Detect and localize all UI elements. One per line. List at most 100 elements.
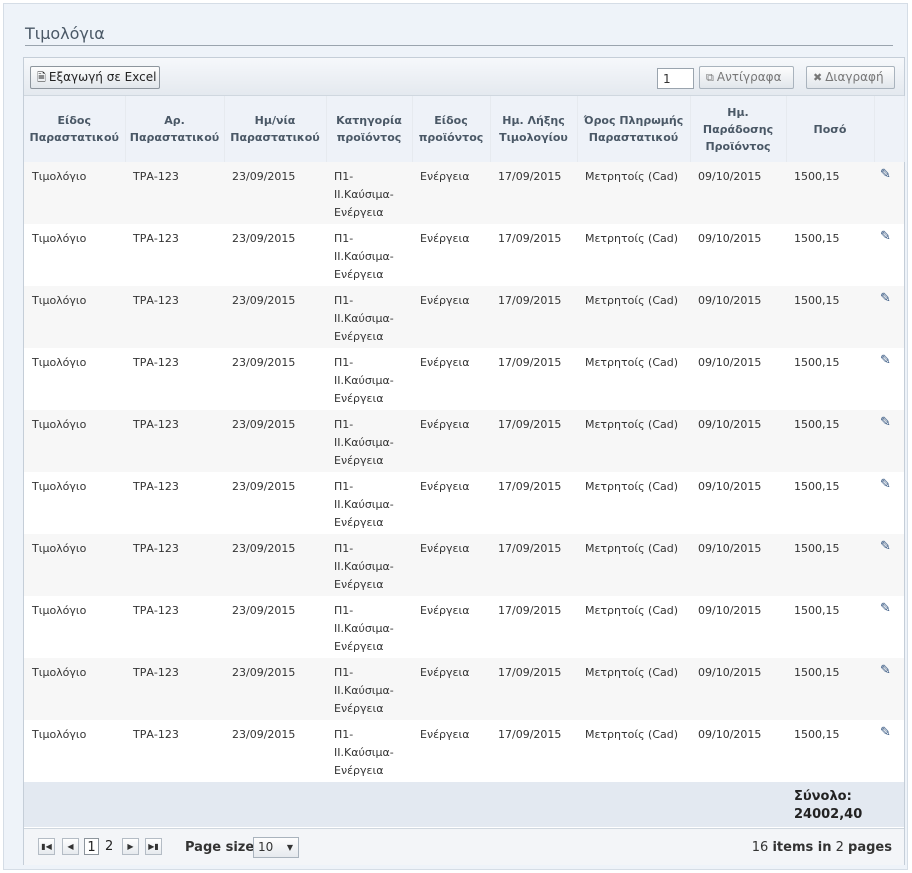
table-row[interactable]: Τιμολόγιο ΤΡΑ-123 23/09/2015 Π1- ΙΙ.Καύσιμα… [24,534,904,596]
next-page-button[interactable]: ▶ [122,838,139,855]
table-row[interactable]: Τιμολόγιο ΤΡΑ-123 23/09/2015 Π1- ΙΙ.Καύσιμα… [24,286,904,348]
table-cell: ΤΡΑ-123 [125,410,224,472]
edit-icon[interactable]: ✎ [880,352,891,370]
edit-icon[interactable]: ✎ [880,662,891,680]
table-cell: Π1- ΙΙ.Καύσιμα- Ενέργεια [326,348,412,410]
export-excel-button[interactable]: 🗎 Εξαγωγή σε Excel [30,66,160,89]
table-cell: 17/09/2015 [490,596,577,658]
table-cell: Τιμολόγιο [24,410,125,472]
table-cell: Π1- ΙΙ.Καύσιμα- Ενέργεια [326,472,412,534]
edit-icon[interactable]: ✎ [880,228,891,246]
table-cell: Μετρητοίς (Cad) [577,348,690,410]
row-actions-cell: ✎ [874,534,904,596]
page-size-select[interactable]: 10 ▼ [253,837,299,858]
table-row[interactable]: Τιμολόγιο ΤΡΑ-123 23/09/2015 Π1- ΙΙ.Καύσιμα… [24,472,904,534]
items-count: 16 [751,840,769,855]
table-row[interactable]: Τιμολόγιο ΤΡΑ-123 23/09/2015 Π1- ΙΙ.Καύσιμα… [24,224,904,286]
table-cell: Ενέργεια [412,720,490,782]
table-row[interactable]: Τιμολόγιο ΤΡΑ-123 23/09/2015 Π1- ΙΙ.Καύσιμα… [24,410,904,472]
table-cell: 17/09/2015 [490,472,577,534]
total-spacer [24,782,786,827]
column-header[interactable]: Όρος Πληρωμής Παραστατικού [577,96,691,162]
table-cell: Ενέργεια [412,534,490,596]
table-row[interactable]: Τιμολόγιο ΤΡΑ-123 23/09/2015 Π1- ΙΙ.Καύσιμα… [24,162,904,224]
table-row[interactable]: Τιμολόγιο ΤΡΑ-123 23/09/2015 Π1- ΙΙ.Καύσιμα… [24,596,904,658]
table-cell: Μετρητοίς (Cad) [577,410,690,472]
row-actions-cell: ✎ [874,286,904,348]
delete-label: Διαγραφή [825,70,884,84]
table-cell: Τιμολόγιο [24,286,125,348]
table-cell: ΤΡΑ-123 [125,658,224,720]
table-cell: 23/09/2015 [224,162,326,224]
table-cell: Ενέργεια [412,472,490,534]
edit-icon[interactable]: ✎ [880,166,891,184]
table-cell: 17/09/2015 [490,224,577,286]
column-header[interactable]: Ημ. Παράδοσης Προϊόντος [690,96,787,162]
table-cell: Π1- ΙΙ.Καύσιμα- Ενέργεια [326,224,412,286]
page-2-link[interactable]: 2 [105,838,113,855]
table-cell: 17/09/2015 [490,658,577,720]
column-header[interactable]: Αρ. Παραστατικού [125,96,225,162]
first-page-button[interactable]: ▮◀ [38,838,55,855]
column-header[interactable]: Είδος Παραστατικού [24,96,126,162]
pager: ▮◀ ◀ 1 2 ▶ ▶▮ Page size: 10 ▼ 16 items i… [24,828,904,865]
edit-icon[interactable]: ✎ [880,476,891,494]
edit-icon[interactable]: ✎ [880,600,891,618]
delete-button[interactable]: ✖ Διαγραφή [806,66,895,89]
edit-icon[interactable]: ✎ [880,290,891,308]
column-header[interactable]: Είδος προϊόντος [412,96,491,162]
table-cell: 1500,15 [786,720,874,782]
column-header[interactable]: Κατηγορία προϊόντος [326,96,413,162]
prev-page-button[interactable]: ◀ [62,838,79,855]
total-row: Σύνολο: 24002,40 [24,782,904,827]
table-cell: 23/09/2015 [224,224,326,286]
row-actions-cell: ✎ [874,162,904,224]
last-page-button[interactable]: ▶▮ [145,838,162,855]
prev-page-icon: ◀ [67,842,74,851]
table-row[interactable]: Τιμολόγιο ΤΡΑ-123 23/09/2015 Π1- ΙΙ.Καύσιμα… [24,348,904,410]
row-actions-cell: ✎ [874,720,904,782]
column-header[interactable]: Ημ. Λήξης Τιμολογίου [490,96,578,162]
table-cell: Ενέργεια [412,410,490,472]
chevron-down-icon: ▼ [286,843,293,852]
page-size-value: 10 [258,840,274,854]
table-cell: Π1- ΙΙ.Καύσιμα- Ενέργεια [326,658,412,720]
edit-icon[interactable]: ✎ [880,538,891,556]
table-cell: 09/10/2015 [690,658,786,720]
table-cell: 09/10/2015 [690,410,786,472]
table-cell: Τιμολόγιο [24,658,125,720]
table-cell: 1500,15 [786,348,874,410]
table-cell: Μετρητοίς (Cad) [577,224,690,286]
page-1-link[interactable]: 1 [84,838,99,855]
column-header-actions [874,96,905,162]
table-body: Τιμολόγιο ΤΡΑ-123 23/09/2015 Π1- ΙΙ.Καύσιμα… [24,162,904,782]
table-cell: Τιμολόγιο [24,472,125,534]
table-cell: 1500,15 [786,286,874,348]
table-cell: 17/09/2015 [490,348,577,410]
column-header[interactable]: Ημ/νία Παραστατικού [224,96,327,162]
excel-icon: 🗎 [37,71,46,84]
table-cell: Ενέργεια [412,286,490,348]
table-cell: 09/10/2015 [690,534,786,596]
table-row[interactable]: Τιμολόγιο ΤΡΑ-123 23/09/2015 Π1- ΙΙ.Καύσιμα… [24,658,904,720]
invoice-grid: 🗎Εξαγωγή σε Excel ⧉Αντίγραφα ✖Διαγραφή Ε… [23,57,905,865]
table-row[interactable]: Τιμολόγιο ΤΡΑ-123 23/09/2015 Π1- ΙΙ.Καύσιμα… [24,720,904,782]
first-page-icon: ▮◀ [41,842,52,851]
row-actions-cell: ✎ [874,472,904,534]
table-cell: 1500,15 [786,224,874,286]
edit-icon[interactable]: ✎ [880,414,891,432]
copies-input[interactable] [657,68,694,89]
table-cell: Μετρητοίς (Cad) [577,472,690,534]
row-actions-cell: ✎ [874,658,904,720]
table-cell: 09/10/2015 [690,720,786,782]
table-cell: Ενέργεια [412,224,490,286]
invoice-table: Είδος Παραστατικού Αρ. Παραστατικού Ημ/νία… [24,96,905,827]
edit-icon[interactable]: ✎ [880,724,891,742]
copies-button[interactable]: ⧉ Αντίγραφα [699,66,794,89]
close-icon: ✖ [813,71,823,84]
column-header[interactable]: Ποσό [786,96,875,162]
table-cell: Τιμολόγιο [24,720,125,782]
table-cell: 09/10/2015 [690,162,786,224]
table-cell: Π1- ΙΙ.Καύσιμα- Ενέργεια [326,162,412,224]
table-cell: 23/09/2015 [224,658,326,720]
